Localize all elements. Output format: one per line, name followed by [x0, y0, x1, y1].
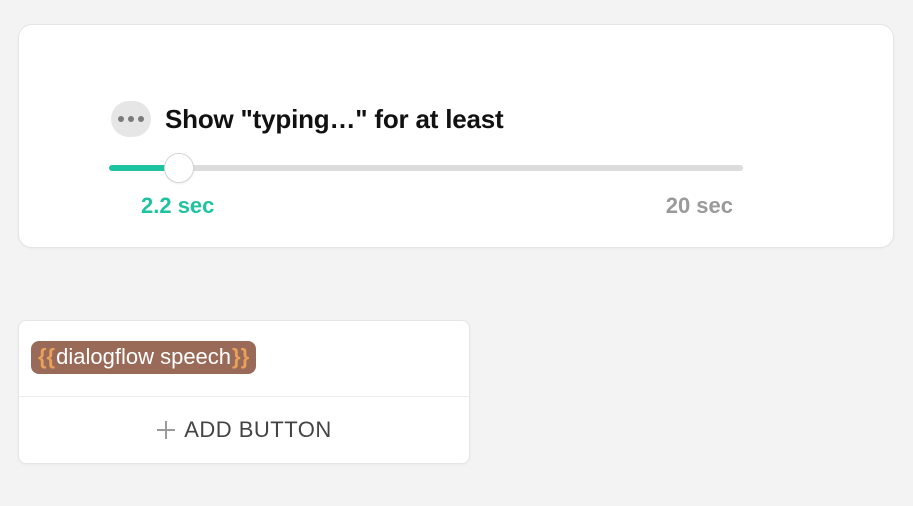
plus-icon: [156, 420, 176, 440]
typing-delay-slider[interactable]: [109, 165, 743, 171]
slider-track: [109, 165, 743, 171]
slider-thumb[interactable]: [164, 153, 194, 183]
typing-title: Show "typing…" for at least: [165, 104, 504, 135]
typing-delay-card: Show "typing…" for at least 2.2 sec 20 s…: [18, 24, 894, 248]
slider-current-value: 2.2 sec: [141, 193, 214, 219]
typing-header: Show "typing…" for at least: [111, 101, 504, 137]
brace-close-icon: }}: [231, 343, 250, 372]
add-button-label: ADD BUTTON: [184, 417, 332, 443]
variable-token-label: dialogflow speech: [56, 343, 231, 372]
message-card: {{dialogflow speech}} ADD BUTTON: [18, 320, 470, 464]
message-text-row[interactable]: {{dialogflow speech}}: [19, 321, 469, 397]
typing-dots-icon: [111, 101, 151, 137]
add-button[interactable]: ADD BUTTON: [19, 397, 469, 463]
variable-token[interactable]: {{dialogflow speech}}: [31, 341, 256, 374]
brace-open-icon: {{: [37, 343, 56, 372]
slider-max-value: 20 sec: [666, 193, 733, 219]
